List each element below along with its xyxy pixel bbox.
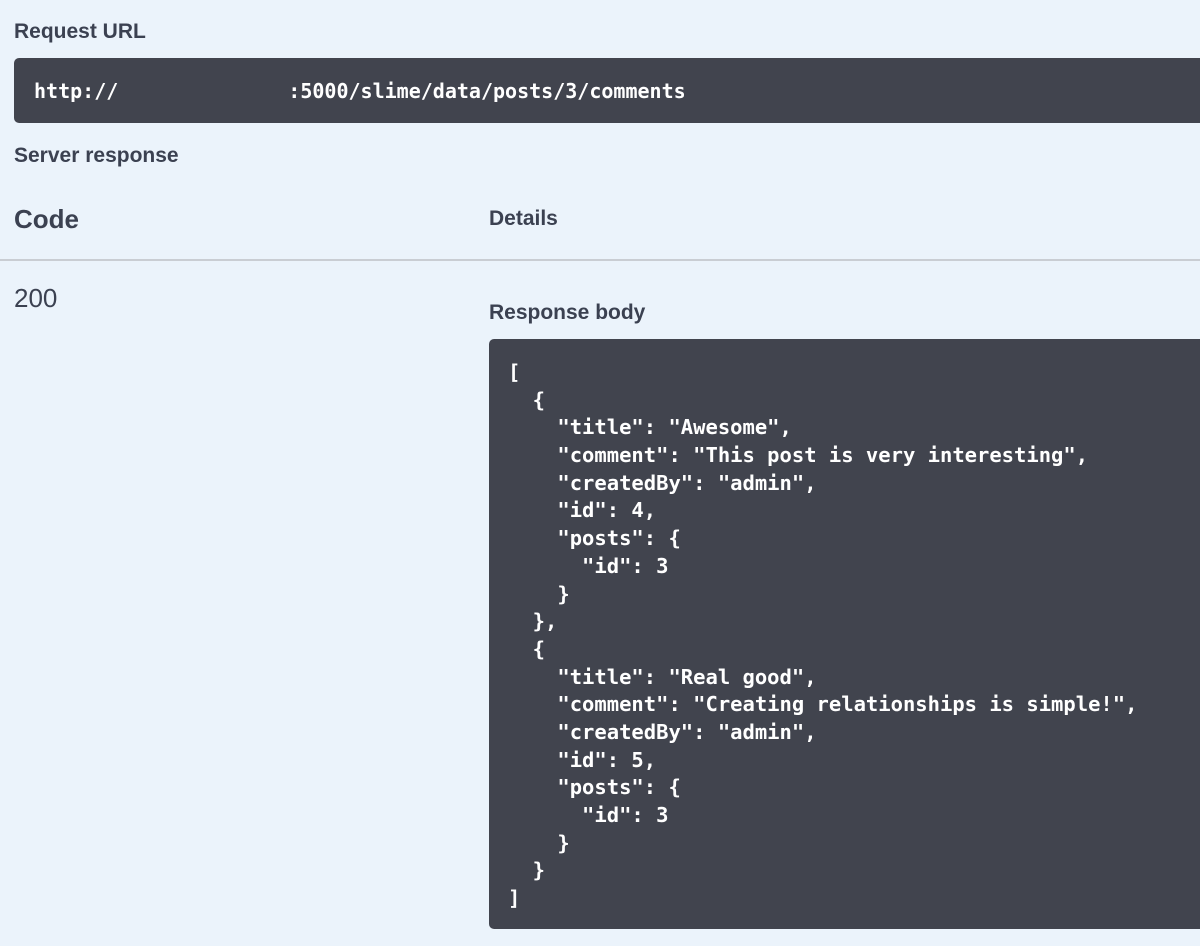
response-body[interactable]: [ { "title": "Awesome", "comment": "This… — [489, 339, 1200, 929]
response-body-line: [ — [508, 360, 521, 384]
column-header-details: Details — [489, 207, 558, 230]
response-body-line: "id": 5, — [508, 747, 657, 772]
request-url-title: Request URL — [14, 20, 146, 43]
response-body-line: } — [508, 830, 570, 855]
response-body-title: Response body — [489, 301, 646, 324]
response-status-code: 200 — [14, 283, 58, 313]
response-body-line: "comment": "Creating relationships is si… — [508, 692, 1138, 717]
response-body-line: }, — [508, 609, 558, 634]
table-divider — [0, 259, 1200, 261]
response-body-line: "comment": "This post is very interestin… — [508, 443, 1089, 468]
response-body-line: "posts": { — [508, 526, 681, 551]
response-body-line: "createdBy": "admin", — [508, 719, 817, 744]
url-scheme: http:// — [34, 78, 119, 103]
request-url-box[interactable]: http:// :5000/slime/data/posts/3/comments — [14, 58, 1200, 123]
server-response-title: Server response — [14, 144, 179, 167]
response-body-line: "id": 3 — [508, 803, 669, 827]
column-header-code: Code — [14, 204, 79, 234]
response-body-line: "createdBy": "admin", — [508, 470, 817, 495]
response-body-line: "posts": { — [508, 775, 681, 800]
response-body-line: { — [508, 387, 546, 412]
response-body-line: "title": "Real good", — [508, 664, 817, 689]
response-body-line: ] — [508, 886, 521, 911]
response-body-line: } — [508, 581, 570, 606]
response-body-line: { — [508, 636, 546, 661]
request-url-text: http:// :5000/slime/data/posts/3/comments — [34, 79, 686, 103]
response-body-line: "id": 3 — [508, 553, 669, 578]
url-path: :5000/slime/data/posts/3/comments — [288, 78, 686, 103]
response-body-line: "title": "Awesome", — [508, 415, 792, 440]
response-body-line: } — [508, 858, 546, 883]
response-body-line: "id": 4, — [508, 498, 657, 523]
